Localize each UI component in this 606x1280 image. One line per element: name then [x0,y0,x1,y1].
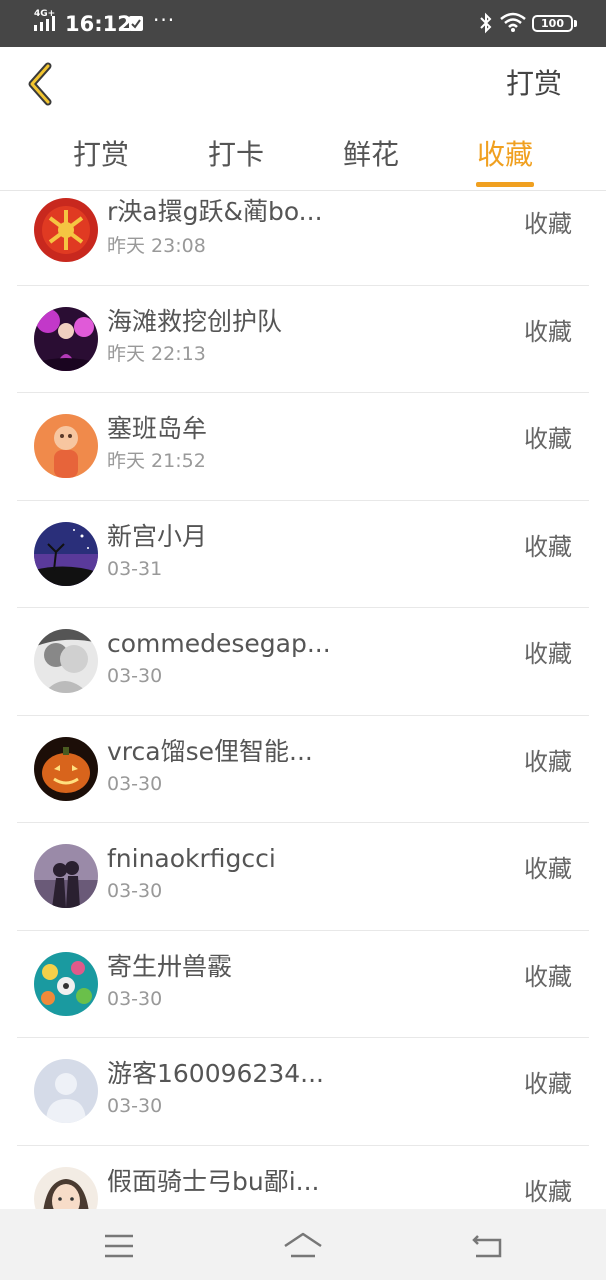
timestamp: 03-30 [107,665,163,687]
user-name: 假面骑士弓bu鄙i... [107,1166,320,1196]
avatar [34,951,98,1016]
avatar [34,1166,98,1209]
timestamp: 03-31 [107,557,163,580]
tab-favorites[interactable]: 收藏 [460,137,550,187]
favorites-list: r泱a擐g跃&蔺bo... 昨天 23:08 收藏 海滩救挖创护队 昨天 22:… [0,192,606,1209]
sketch-avatar-icon [34,629,98,693]
timestamp: 昨天 23:08 [107,235,206,257]
timestamp: 昨天 21:52 [107,450,206,472]
timestamp: 03-30 [107,1095,163,1117]
page-title: 打赏 [505,67,562,100]
avatar [34,198,98,262]
tab-flowers[interactable]: 鲜花 [326,137,416,187]
flowers-avatar-icon [34,951,98,1016]
back-button[interactable] [22,60,58,108]
list-item[interactable]: 寄生卅兽霰 03-30 收藏 [17,931,589,1038]
list-item[interactable]: 新宫小月 03-31 收藏 [17,501,589,608]
user-name: r泱a擐g跃&蔺bo... [107,197,323,226]
list-item[interactable]: 海滩救挖创护队 昨天 22:13 收藏 [17,286,589,393]
user-name: fninaokrfigcci [107,844,276,873]
list-item[interactable]: 游客160096234... 03-30 收藏 [17,1038,589,1146]
timestamp: 03-30 [107,987,163,1010]
more-notifications-icon: ··· [153,8,176,32]
night-sky-avatar-icon [34,521,98,586]
user-name: vrca馏se俚智能... [107,736,313,766]
user-name: 寄生卅兽霰 [107,951,233,981]
timestamp: 昨天 22:13 [107,342,206,365]
favorite-label: 收藏 [524,532,572,561]
battery-icon: 100 [532,15,577,32]
avatar [34,736,98,801]
tab-checkin[interactable]: 打卡 [191,137,281,187]
concert-avatar-icon [34,306,98,371]
clipboard-check-icon [129,16,143,31]
menu-icon[interactable] [97,1226,141,1266]
avatar [34,629,98,693]
favorite-label: 收藏 [524,640,572,668]
favorite-label: 收藏 [524,425,572,453]
favorite-label: 收藏 [524,962,572,991]
default-user-avatar-icon [34,1059,98,1123]
user-name: commedesegap... [107,629,331,658]
favorite-label: 收藏 [524,747,572,776]
favorite-label: 收藏 [524,855,572,883]
tab-reward[interactable]: 打赏 [56,137,146,187]
back-nav-icon[interactable] [466,1226,510,1266]
list-item[interactable]: fninaokrfigcci 03-30 收藏 [17,823,589,931]
user-name: 新宫小月 [107,521,208,551]
battery-level: 100 [541,17,564,30]
list-item[interactable]: vrca馏se俚智能... 03-30 收藏 [17,716,589,823]
avatar [34,306,98,371]
favorite-label: 收藏 [524,1177,572,1206]
favorite-label: 收藏 [524,210,572,238]
boy-avatar-icon [34,414,98,478]
list-item[interactable]: 假面骑士弓bu鄙i... 收藏 [17,1146,589,1209]
user-name: 塞班岛牟 [107,414,208,443]
timestamp: 03-30 [107,772,163,795]
avatar [34,414,98,478]
clock: 16:12 [65,12,132,36]
bluetooth-icon [480,12,492,34]
couple-avatar-icon [34,844,98,908]
list-item[interactable]: r泱a擐g跃&蔺bo... 昨天 23:08 收藏 [17,192,589,286]
signal-icon [34,16,55,31]
girl-avatar-icon [34,1166,98,1209]
header: 打赏 [0,47,606,119]
avatar [34,521,98,586]
system-nav-bar [0,1209,606,1280]
favorite-label: 收藏 [524,317,572,346]
list-item[interactable]: 塞班岛牟 昨天 21:52 收藏 [17,393,589,501]
user-name: 游客160096234... [107,1059,324,1088]
pumpkin-avatar-icon [34,736,98,801]
active-tab-indicator [476,182,534,187]
timestamp: 03-30 [107,880,163,902]
red-fu-avatar-icon [34,198,98,262]
status-bar: 4G+ 16:12 ··· 100 [0,0,606,47]
avatar [34,1059,98,1123]
wifi-icon [500,12,526,32]
avatar [34,844,98,908]
list-item[interactable]: commedesegap... 03-30 收藏 [17,608,589,716]
favorite-label: 收藏 [524,1070,572,1098]
home-icon[interactable] [281,1226,325,1266]
user-name: 海滩救挖创护队 [107,306,283,336]
tab-bar: 打赏 打卡 鲜花 收藏 [0,119,606,191]
